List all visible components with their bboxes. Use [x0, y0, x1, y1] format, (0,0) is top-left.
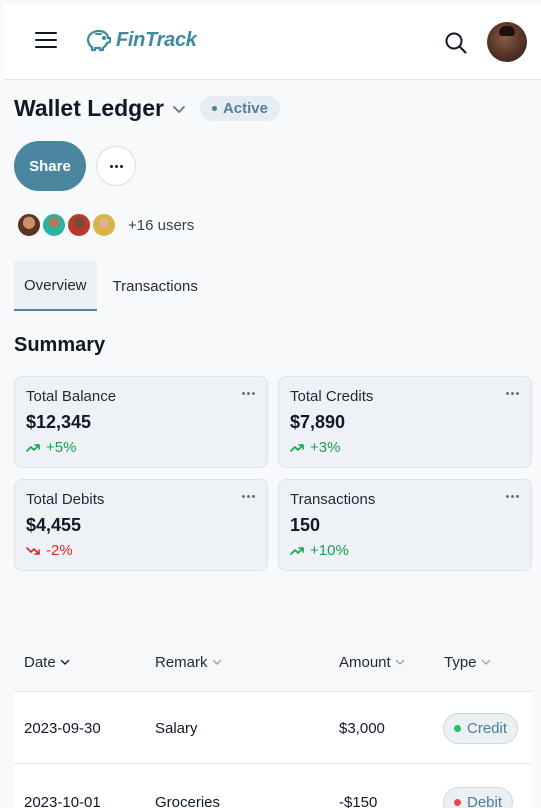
chevron-down-icon — [212, 659, 221, 665]
cell-amount: -$150 — [339, 793, 378, 808]
share-button[interactable]: Share — [14, 141, 86, 191]
card-trend: +3% — [290, 439, 340, 456]
shared-users[interactable]: +16 users — [16, 212, 194, 238]
status-label: Active — [222, 100, 268, 117]
ledger-table: Date Remark Amount Type 2023-09-30 Salar… — [14, 632, 532, 808]
card-trend: -2% — [26, 542, 73, 559]
card-total-debits: Total Debits $4,455 -2% — [14, 479, 268, 571]
card-trend: +5% — [26, 439, 76, 456]
cell-remark: Salary — [155, 719, 198, 737]
type-dot — [454, 724, 461, 732]
type-dot — [454, 798, 461, 806]
card-value: $12,345 — [26, 412, 92, 432]
table-row[interactable]: 2023-09-30 Salary $3,000 Credit — [14, 692, 532, 764]
card-value: $7,890 — [290, 412, 346, 432]
type-label: Credit — [467, 719, 508, 737]
status-dot — [211, 106, 217, 111]
card-label: Transactions — [290, 491, 376, 508]
card-total-balance: Total Balance $12,345 +5% — [14, 376, 268, 468]
type-label: Debit — [467, 793, 503, 808]
cell-amount: $3,000 — [339, 719, 385, 737]
table-header: Date Remark Amount Type — [14, 632, 532, 692]
search-icon[interactable] — [444, 31, 468, 55]
trend-up-icon — [290, 546, 304, 555]
column-header-label: Date — [24, 653, 56, 671]
card-more-icon[interactable] — [506, 495, 519, 498]
card-label: Total Credits — [290, 388, 374, 405]
trend-up-icon — [290, 443, 304, 452]
user-avatar-1 — [16, 212, 42, 238]
user-avatar-3 — [66, 212, 92, 238]
card-trend: +10% — [290, 542, 349, 559]
card-more-icon[interactable] — [242, 392, 255, 395]
more-icon — [109, 164, 123, 168]
chevron-down-icon[interactable] — [172, 102, 186, 116]
chevron-down-icon — [395, 659, 404, 665]
card-trend-value: -2% — [46, 542, 73, 559]
card-value: $4,455 — [26, 515, 82, 535]
type-badge: Credit — [443, 712, 519, 744]
trend-down-icon — [26, 546, 40, 555]
hamburger-menu-icon[interactable] — [35, 32, 57, 52]
table-row[interactable]: 2023-10-01 Groceries -$150 Debit — [14, 764, 532, 808]
cell-type: Credit — [443, 692, 519, 764]
more-options-button[interactable] — [96, 146, 136, 186]
page-title-row: Wallet Ledger Active — [14, 95, 280, 122]
card-trend-value: +5% — [46, 439, 77, 456]
cell-type: Debit — [443, 766, 514, 808]
tab-overview[interactable]: Overview — [14, 261, 97, 311]
column-header-type[interactable]: Type — [444, 632, 491, 692]
column-header-label: Type — [444, 653, 477, 671]
users-count: +16 users — [128, 216, 195, 234]
cell-date: 2023-10-01 — [24, 793, 101, 808]
card-total-credits: Total Credits $7,890 +3% — [278, 376, 532, 468]
type-badge: Debit — [443, 786, 514, 808]
user-avatar-2 — [41, 212, 67, 238]
card-transactions: Transactions 150 +10% — [278, 479, 532, 571]
page-title: Wallet Ledger — [14, 95, 164, 121]
card-trend-value: +3% — [310, 439, 341, 456]
chevron-down-icon — [481, 659, 490, 665]
chevron-down-icon — [60, 659, 69, 665]
user-avatar-4 — [91, 212, 117, 238]
cell-remark: Groceries — [155, 793, 221, 808]
card-label: Total Balance — [26, 388, 117, 405]
column-header-date[interactable]: Date — [24, 632, 70, 692]
user-avatar[interactable] — [487, 22, 527, 62]
app-header: FinTrack — [4, 4, 541, 80]
column-header-label: Amount — [339, 653, 391, 671]
card-value: 150 — [290, 515, 321, 535]
card-trend-value: +10% — [310, 542, 349, 559]
summary-title: Summary — [14, 334, 106, 356]
column-header-remark[interactable]: Remark — [155, 632, 222, 692]
logo-text: FinTrack — [116, 28, 197, 51]
card-label: Total Debits — [26, 491, 105, 508]
tab-transactions[interactable]: Transactions — [103, 261, 208, 311]
tabs: Overview Transactions — [14, 261, 208, 311]
status-badge: Active — [199, 96, 280, 121]
column-header-label: Remark — [155, 653, 208, 671]
cell-date: 2023-09-30 — [24, 719, 101, 737]
card-more-icon[interactable] — [506, 392, 519, 395]
logo[interactable]: FinTrack — [84, 28, 197, 52]
piggy-bank-icon — [86, 29, 112, 52]
trend-up-icon — [26, 443, 40, 452]
card-more-icon[interactable] — [242, 495, 255, 498]
column-header-amount[interactable]: Amount — [339, 632, 405, 692]
